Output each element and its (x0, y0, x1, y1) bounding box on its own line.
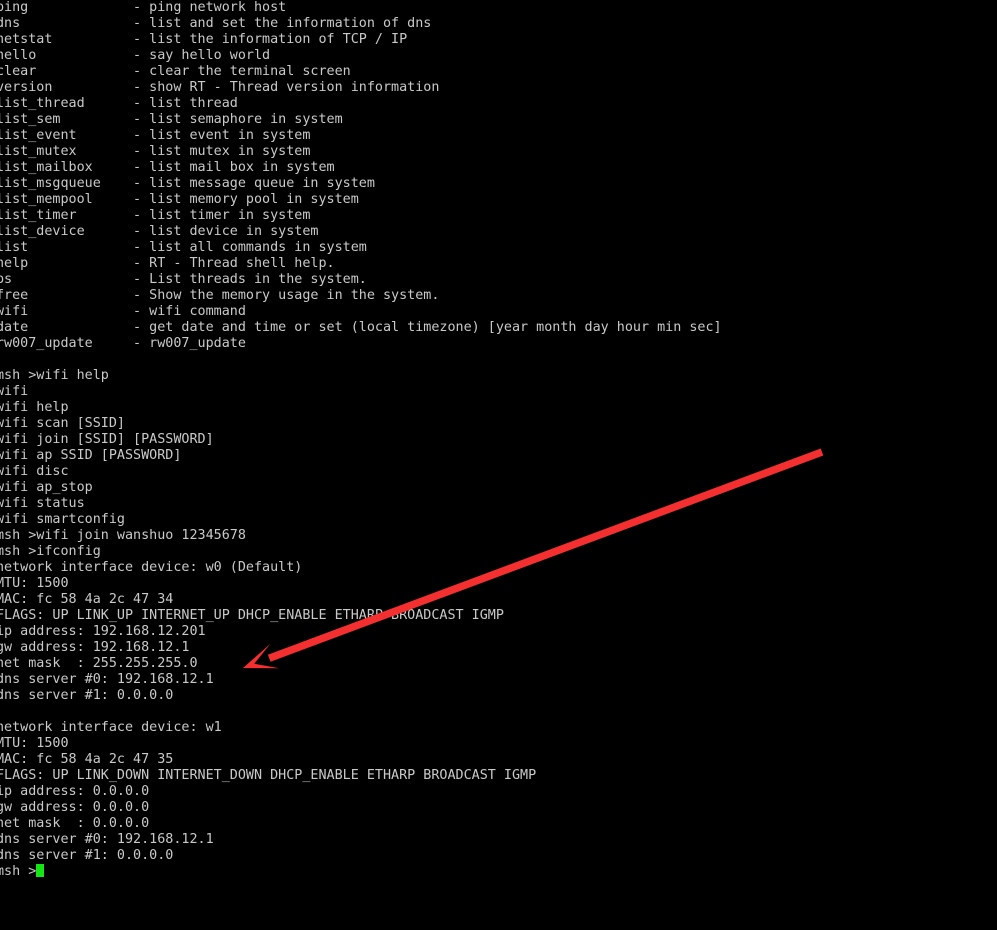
terminal-line: msh >wifi help (0, 368, 109, 383)
terminal-line: gw address: 0.0.0.0 (0, 800, 150, 815)
terminal-line: network interface device: w1 (0, 720, 222, 735)
terminal-line: MAC: fc 58 4a 2c 47 34 (0, 592, 174, 607)
terminal-line: wifi status (0, 496, 85, 511)
terminal-line: list_event - list event in system (0, 128, 311, 143)
terminal-line: dns server #1: 0.0.0.0 (0, 848, 174, 863)
terminal-line: MAC: fc 58 4a 2c 47 35 (0, 752, 174, 767)
terminal-line: list - list all commands in system (0, 240, 367, 255)
terminal-line: rw007_update - rw007_update (0, 336, 246, 351)
terminal-line: FLAGS: UP LINK_DOWN INTERNET_DOWN DHCP_E… (0, 768, 537, 783)
terminal-line: ping - ping network host (0, 0, 287, 15)
terminal-line: date - get date and time or set (local t… (0, 320, 722, 335)
terminal-line: FLAGS: UP LINK_UP INTERNET_UP DHCP_ENABL… (0, 608, 504, 623)
text-cursor (36, 864, 45, 877)
terminal-line: gw address: 192.168.12.1 (0, 640, 190, 655)
terminal-line: wifi (0, 384, 29, 399)
terminal-line: wifi - wifi command (0, 304, 246, 319)
terminal-line: wifi ap SSID [PASSWORD] (0, 448, 182, 463)
terminal-line: dns - list and set the information of dn… (0, 16, 432, 31)
terminal-line: help - RT - Thread shell help. (0, 256, 335, 271)
terminal-line: dns server #0: 192.168.12.1 (0, 832, 214, 847)
terminal-line: free - Show the memory usage in the syst… (0, 288, 440, 303)
terminal-line: MTU: 1500 (0, 576, 69, 591)
terminal-line: dns server #1: 0.0.0.0 (0, 688, 174, 703)
terminal-line: version - show RT - Thread version infor… (0, 80, 440, 95)
terminal-line: ps - List threads in the system. (0, 272, 367, 287)
terminal-line: list_mailbox - list mail box in system (0, 160, 335, 175)
terminal-line: wifi smartconfig (0, 512, 125, 527)
shell-prompt: msh > (0, 864, 37, 879)
terminal-line: list_mempool - list memory pool in syste… (0, 192, 359, 207)
terminal-line: list_device - list device in system (0, 224, 319, 239)
terminal-line: wifi scan [SSID] (0, 416, 125, 431)
terminal-line: clear - clear the terminal screen (0, 64, 351, 79)
terminal-line: list_thread - list thread (0, 96, 238, 111)
terminal-line: hello - say hello world (0, 48, 271, 63)
terminal-output[interactable]: ping - ping network host dns - list and s… (0, 0, 997, 930)
terminal-line: list_timer - list timer in system (0, 208, 311, 223)
terminal-line: net mask : 255.255.255.0 (0, 656, 198, 671)
terminal-line: wifi join [SSID] [PASSWORD] (0, 432, 214, 447)
terminal-line: list_mutex - list mutex in system (0, 144, 311, 159)
terminal-line: netstat - list the information of TCP / … (0, 32, 408, 47)
terminal-line: dns server #0: 192.168.12.1 (0, 672, 214, 687)
terminal-line: wifi disc (0, 464, 69, 479)
terminal-line: list_msgqueue - list message queue in sy… (0, 176, 375, 191)
terminal-line: MTU: 1500 (0, 736, 69, 751)
terminal-line: ip address: 192.168.12.201 (0, 624, 206, 639)
terminal-line: net mask : 0.0.0.0 (0, 816, 150, 831)
terminal-prompt-line[interactable]: msh > (0, 864, 997, 880)
terminal-line: msh >ifconfig (0, 544, 101, 559)
terminal-line: list_sem - list semaphore in system (0, 112, 343, 127)
terminal-line: wifi help (0, 400, 69, 415)
terminal-line: wifi ap_stop (0, 480, 93, 495)
terminal-line: network interface device: w0 (Default) (0, 560, 303, 575)
terminal-line: ip address: 0.0.0.0 (0, 784, 150, 799)
terminal-line: msh >wifi join wanshuo 12345678 (0, 528, 246, 543)
